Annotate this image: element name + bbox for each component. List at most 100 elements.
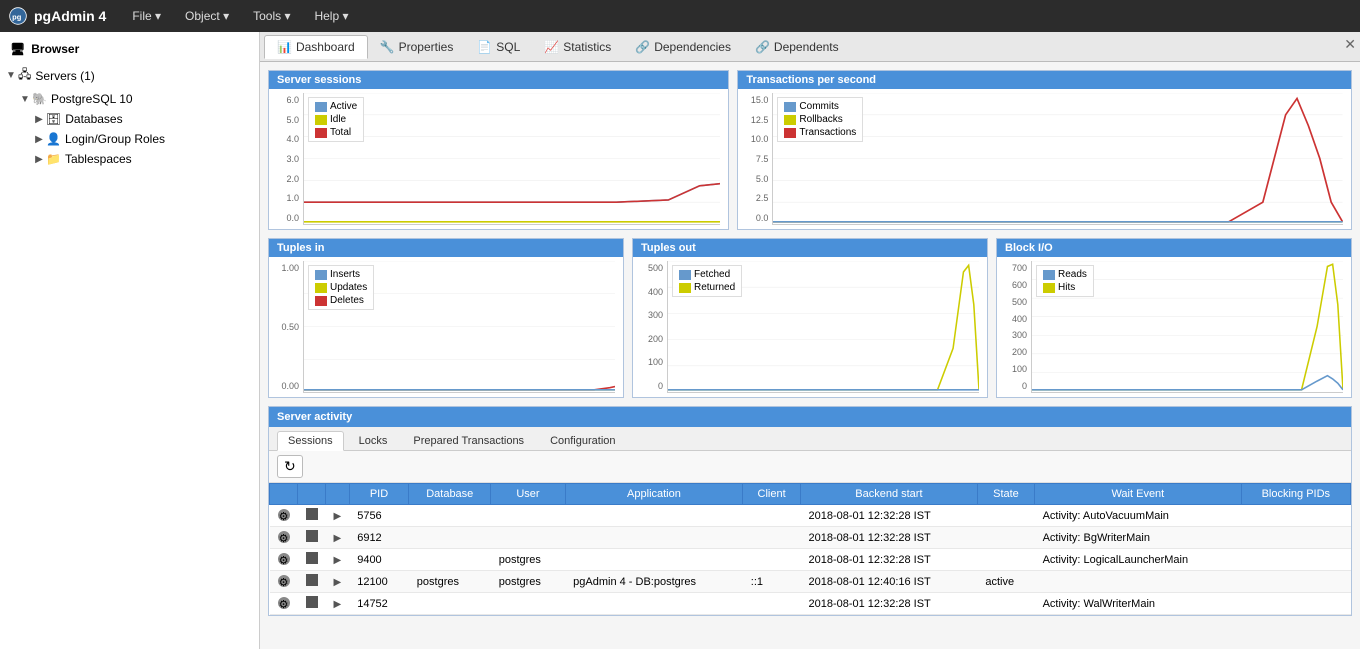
browser-icon: 🖥: [10, 42, 25, 56]
sidebar-item-servers[interactable]: ▼ 🖧 Servers (1): [0, 62, 259, 89]
sidebar-label-pg: PostgreSQL 10: [51, 92, 133, 106]
cell-backend-start: 2018-08-01 12:40:16 IST: [800, 571, 977, 593]
legend-total-label: Total: [330, 127, 351, 138]
table-row[interactable]: ⚙ ▶ 9400 postgres 2018-08-01 12:32:28 IS…: [270, 549, 1351, 571]
cell-wait-event: Activity: LogicalLauncherMain: [1035, 549, 1242, 571]
table-row[interactable]: ⚙ ▶ 14752 2018-08-01 12:32:28 IST Activi…: [270, 593, 1351, 615]
tuples-in-body: 1.000.500.00 Inserts: [269, 257, 623, 397]
cell-backend-start: 2018-08-01 12:32:28 IST: [800, 527, 977, 549]
menu-help[interactable]: Help ▾: [304, 5, 358, 27]
activity-toolbar: ↻: [269, 451, 1351, 483]
tuples-out-chart: Tuples out 5004003002001000 Fetched: [632, 238, 988, 398]
col-actions-1: [270, 484, 298, 505]
row-stop-icon[interactable]: [298, 505, 326, 527]
menu-tools[interactable]: Tools ▾: [243, 5, 300, 27]
cell-pid: 9400: [349, 549, 409, 571]
table-row[interactable]: ⚙ ▶ 12100 postgres postgres pgAdmin 4 - …: [270, 571, 1351, 593]
cell-pid: 14752: [349, 593, 409, 615]
main-layout: 🖥 Browser ▼ 🖧 Servers (1) ▼ 🐘 PostgreSQL…: [0, 32, 1360, 649]
legend-fetched-label: Fetched: [694, 269, 730, 280]
menu-object[interactable]: Object ▾: [175, 5, 239, 27]
fetched-color: [679, 270, 691, 280]
tab-dashboard[interactable]: 📊 Dashboard: [264, 35, 368, 59]
legend-rollbacks-label: Rollbacks: [799, 114, 842, 125]
legend-idle: Idle: [315, 114, 357, 125]
tab-configuration[interactable]: Configuration: [539, 431, 626, 450]
tab-dependencies[interactable]: 🔗 Dependencies: [623, 36, 743, 58]
cell-blocking-pids: [1241, 549, 1350, 571]
cell-state: [977, 593, 1034, 615]
table-row[interactable]: ⚙ ▶ 6912 2018-08-01 12:32:28 IST Activit…: [270, 527, 1351, 549]
tab-statistics[interactable]: 📈 Statistics: [532, 36, 623, 58]
browser-label: Browser: [31, 42, 79, 56]
server-activity-header: Server activity: [269, 407, 1351, 427]
row-expand-icon[interactable]: ▶: [326, 527, 350, 549]
sessions-table: PID Database User Application Client Bac…: [269, 483, 1351, 615]
tuples-in-ylabels: 1.000.500.00: [273, 261, 301, 393]
row-stop-icon[interactable]: [298, 527, 326, 549]
topbar: pg pgAdmin 4 File ▾ Object ▾ Tools ▾ Hel…: [0, 0, 1360, 32]
refresh-button[interactable]: ↻: [277, 455, 303, 478]
legend-reads-label: Reads: [1058, 269, 1087, 280]
close-tab-button[interactable]: ✕: [1344, 36, 1356, 53]
row-expand-icon[interactable]: ▶: [326, 505, 350, 527]
row-expand-icon[interactable]: ▶: [326, 571, 350, 593]
server-activity-panel: Server activity Sessions Locks Prepared …: [268, 406, 1352, 616]
cell-user: [491, 593, 565, 615]
sql-icon: 📄: [477, 40, 492, 54]
col-blocking-pids: Blocking PIDs: [1241, 484, 1350, 505]
sessions-table-container: PID Database User Application Client Bac…: [269, 483, 1351, 615]
tuples-in-canvas: Inserts Updates Deletes: [303, 261, 615, 393]
expand-roles-icon: ▶: [32, 134, 46, 145]
row-expand-icon[interactable]: ▶: [326, 549, 350, 571]
server-sessions-body: 6.05.04.03.02.01.00.0 Active: [269, 89, 728, 229]
row-settings-icon[interactable]: ⚙: [270, 593, 298, 615]
content-area: 📊 Dashboard 🔧 Properties 📄 SQL 📈 Statist…: [260, 32, 1360, 649]
legend-idle-label: Idle: [330, 114, 346, 125]
row-expand-icon[interactable]: ▶: [326, 593, 350, 615]
row-settings-icon[interactable]: ⚙: [270, 527, 298, 549]
sidebar-label-servers: Servers (1): [35, 69, 94, 83]
tab-prepared-transactions[interactable]: Prepared Transactions: [402, 431, 535, 450]
col-pid: PID: [349, 484, 409, 505]
cell-client: [743, 593, 801, 615]
sidebar-item-login-roles[interactable]: ▶ 👤 Login/Group Roles: [0, 129, 259, 149]
tab-dependents-label: Dependents: [774, 40, 839, 54]
server-sessions-canvas: Active Idle Total: [303, 93, 720, 225]
table-row[interactable]: ⚙ ▶ 5756 2018-08-01 12:32:28 IST Activit…: [270, 505, 1351, 527]
charts-row-1: Server sessions 6.05.04.03.02.01.00.0: [268, 70, 1352, 230]
tab-properties[interactable]: 🔧 Properties: [368, 36, 466, 58]
cell-database: [409, 549, 491, 571]
sidebar-item-tablespaces[interactable]: ▶ 📁 Tablespaces: [0, 149, 259, 169]
row-settings-icon[interactable]: ⚙: [270, 549, 298, 571]
legend-updates: Updates: [315, 282, 367, 293]
cell-backend-start: 2018-08-01 12:32:28 IST: [800, 549, 977, 571]
tab-sessions[interactable]: Sessions: [277, 431, 344, 451]
tab-sql[interactable]: 📄 SQL: [465, 36, 532, 58]
cell-database: [409, 527, 491, 549]
row-stop-icon[interactable]: [298, 571, 326, 593]
server-sessions-area: 6.05.04.03.02.01.00.0 Active: [273, 93, 724, 225]
menu-file[interactable]: File ▾: [122, 5, 171, 27]
row-stop-icon[interactable]: [298, 593, 326, 615]
cell-backend-start: 2018-08-01 12:32:28 IST: [800, 593, 977, 615]
cell-blocking-pids: [1241, 505, 1350, 527]
row-settings-icon[interactable]: ⚙: [270, 505, 298, 527]
block-io-legend: Reads Hits: [1036, 265, 1094, 297]
idle-color: [315, 115, 327, 125]
roles-icon: 👤: [46, 132, 61, 146]
tab-dependents[interactable]: 🔗 Dependents: [743, 36, 851, 58]
sidebar-item-postgresql[interactable]: ▼ 🐘 PostgreSQL 10: [0, 89, 259, 109]
col-backend-start: Backend start: [800, 484, 977, 505]
tab-statistics-label: Statistics: [563, 40, 611, 54]
legend-returned: Returned: [679, 282, 735, 293]
svg-text:pg: pg: [12, 12, 22, 21]
legend-fetched: Fetched: [679, 269, 735, 280]
row-settings-icon[interactable]: ⚙: [270, 571, 298, 593]
transactions-color: [784, 128, 796, 138]
col-user: User: [491, 484, 565, 505]
row-stop-icon[interactable]: [298, 549, 326, 571]
sidebar-item-databases[interactable]: ▶ 🗄 Databases: [0, 109, 259, 129]
block-io-ylabels: 7006005004003002001000: [1001, 261, 1029, 393]
tab-locks[interactable]: Locks: [348, 431, 399, 450]
